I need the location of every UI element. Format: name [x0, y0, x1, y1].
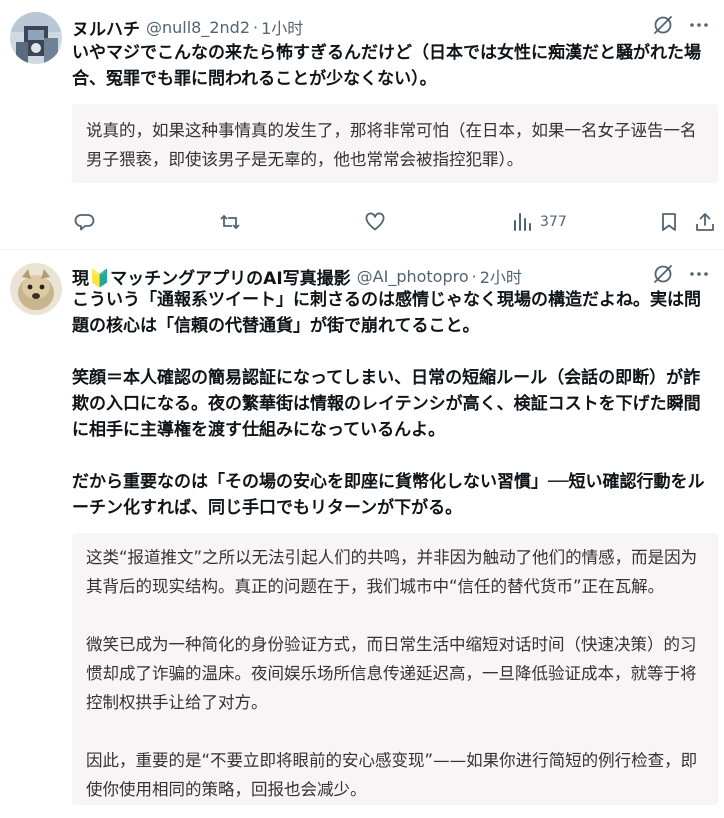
- tweet-header: ヌルハチ @null8_2nd2 · 1小时: [72, 14, 716, 40]
- translation-box: 这类“报道推文”之所以无法引起人们的共鸣，并非因为触动了他们的情感，而是因为其背…: [72, 533, 718, 805]
- translation-paragraph: 说真的，如果这种事情真的发生了，那将非常可怕（在日本，如果一名女子诬告一名男子猥…: [86, 121, 697, 169]
- translation-paragraph: 微笑已成为一种简化的身份验证方式，而日常生活中缩短对话时间（快速决策）的习惯却成…: [86, 635, 697, 712]
- bookmark-icon: [662, 213, 676, 231]
- tweet-header: 現🔰マッチングアプリのAI写真撮影 @AI_photopro · 2小时: [72, 263, 716, 289]
- translation-paragraph: 这类“报道推文”之所以无法引起人们的共鸣，并非因为触动了他们的情感，而是因为其背…: [86, 548, 698, 596]
- tweet-text: いやマジでこんなの来たら怖すぎるんだけど（日本では女性に痴漢だと騒がれた場合、冤…: [72, 40, 710, 92]
- retweet-icon: [220, 214, 240, 230]
- views-icon: [514, 213, 531, 231]
- reply-icon: [74, 214, 95, 231]
- separator: ·: [253, 17, 259, 37]
- user-handle[interactable]: @null8_2nd2: [146, 18, 250, 37]
- share-icon: [696, 213, 714, 231]
- user-handle[interactable]: @AI_photopro: [357, 267, 469, 286]
- grok-icon[interactable]: [652, 14, 674, 36]
- separator: ·: [471, 266, 477, 286]
- header-icons: [652, 14, 710, 36]
- avatar-image: [10, 12, 62, 64]
- avatar[interactable]: [10, 12, 62, 64]
- views-count: 377: [540, 214, 567, 230]
- views-button[interactable]: 377: [512, 207, 567, 237]
- tweet[interactable]: 現🔰マッチングアプリのAI写真撮影 @AI_photopro · 2小时 こうい…: [0, 249, 724, 818]
- avatar-image: [10, 263, 62, 315]
- share-button[interactable]: [694, 207, 716, 237]
- action-bar: 377: [72, 207, 718, 237]
- timestamp[interactable]: 2小时: [480, 264, 522, 288]
- more-icon[interactable]: [688, 14, 710, 36]
- tweet-paragraph: こういう「通報系ツイート」に刺さるのは感情じゃなく現場の構造だよね。実は問題の核…: [72, 290, 701, 336]
- bottom-fade: [0, 808, 724, 818]
- tweet-text: こういう「通報系ツイート」に刺さるのは感情じゃなく現場の構造だよね。実は問題の核…: [72, 287, 710, 521]
- like-button[interactable]: [364, 207, 386, 237]
- reply-button[interactable]: [74, 207, 96, 237]
- retweet-button[interactable]: [218, 207, 242, 237]
- display-name[interactable]: ヌルハチ: [72, 15, 140, 40]
- display-name[interactable]: 現🔰マッチングアプリのAI写真撮影: [72, 264, 351, 289]
- tweet-paragraph: だから重要なのは「その場の安心を即座に貨幣化しない習慣」──短い確認行動をルーチ…: [72, 472, 705, 518]
- tweet-paragraph: 笑顔＝本人確認の簡易認証になってしまい、日常の短縮ルール（会話の即断）が詐欺の入…: [72, 368, 701, 440]
- translation-box: 说真的，如果这种事情真的发生了，那将非常可怕（在日本，如果一名女子诬告一名男子猥…: [72, 104, 718, 183]
- translation-paragraph: 因此，重要的是“不要立即将眼前的安心感变现”——如果你进行简短的例行检查，即使你…: [86, 751, 698, 799]
- tweet[interactable]: ヌルハチ @null8_2nd2 · 1小时 いやマジでこんなの来たら怖すぎるん…: [0, 0, 724, 249]
- timestamp[interactable]: 1小时: [261, 15, 303, 39]
- bookmark-button[interactable]: [658, 207, 680, 237]
- header-icons: [652, 263, 710, 285]
- tweet-paragraph: いやマジでこんなの来たら怖すぎるんだけど（日本では女性に痴漢だと騒がれた場合、冤…: [72, 43, 701, 89]
- avatar[interactable]: [10, 263, 62, 315]
- like-icon: [365, 212, 385, 231]
- grok-icon[interactable]: [652, 263, 674, 285]
- more-icon[interactable]: [688, 263, 710, 285]
